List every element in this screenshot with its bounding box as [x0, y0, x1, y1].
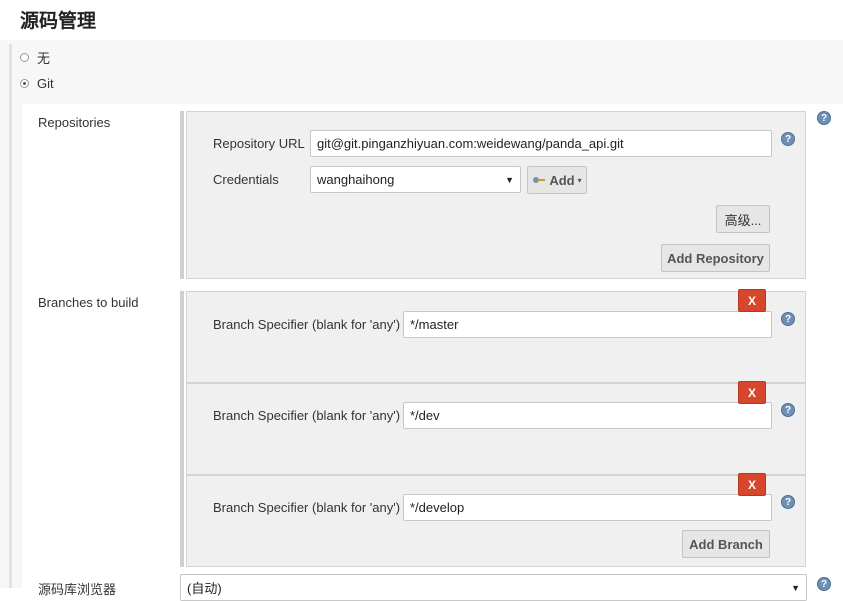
- help-icon[interactable]: ?: [781, 403, 795, 417]
- branch-specifier-input[interactable]: */dev: [403, 402, 772, 429]
- section-rule: [9, 44, 12, 588]
- help-icon[interactable]: ?: [781, 132, 795, 146]
- delete-icon[interactable]: X: [738, 289, 766, 312]
- chevron-down-icon: ▾: [577, 175, 582, 185]
- branch-specifier-input[interactable]: */master: [403, 311, 772, 338]
- branch-box: [186, 383, 806, 475]
- key-icon: [533, 177, 546, 183]
- help-icon[interactable]: ?: [781, 312, 795, 326]
- add-credentials-label: Add: [549, 172, 575, 188]
- branches-rule: [180, 291, 184, 567]
- add-branch-button[interactable]: Add Branch: [682, 530, 770, 558]
- delete-icon[interactable]: X: [738, 473, 766, 496]
- help-icon[interactable]: ?: [817, 577, 831, 591]
- advanced-button[interactable]: 高级...: [716, 205, 770, 233]
- branch-specifier-label: Branch Specifier (blank for 'any'): [213, 408, 401, 423]
- branch-specifier-input[interactable]: */develop: [403, 494, 772, 521]
- scm-option-none[interactable]: 无: [20, 48, 50, 67]
- help-icon[interactable]: ?: [781, 495, 795, 509]
- credentials-label: Credentials: [213, 172, 279, 187]
- scm-option-none-label: 无: [37, 51, 51, 66]
- radio-git[interactable]: [20, 79, 29, 88]
- repository-browser-label: 源码库浏览器: [38, 582, 117, 597]
- repository-url-label: Repository URL: [213, 136, 305, 151]
- credentials-value: wanghaihong: [317, 172, 395, 187]
- repositories-label: Repositories: [38, 115, 111, 130]
- branch-specifier-label: Branch Specifier (blank for 'any'): [213, 500, 401, 515]
- scm-option-git[interactable]: Git: [20, 76, 54, 91]
- add-repository-button[interactable]: Add Repository: [661, 244, 770, 272]
- chevron-down-icon: ▼: [505, 174, 514, 185]
- radio-none[interactable]: [20, 53, 29, 62]
- section-title: 源码管理: [20, 11, 97, 32]
- scm-option-git-label: Git: [37, 76, 54, 91]
- branch-specifier-label: Branch Specifier (blank for 'any'): [213, 317, 401, 332]
- branches-label: Branches to build: [38, 295, 139, 310]
- delete-icon[interactable]: X: [738, 381, 766, 404]
- repositories-rule: [180, 111, 184, 279]
- help-icon[interactable]: ?: [817, 111, 831, 125]
- credentials-select[interactable]: wanghaihong ▼: [310, 166, 521, 193]
- add-credentials-button[interactable]: Add ▾: [527, 166, 587, 194]
- repository-url-input[interactable]: git@git.pinganzhiyuan.com:weidewang/pand…: [310, 130, 772, 157]
